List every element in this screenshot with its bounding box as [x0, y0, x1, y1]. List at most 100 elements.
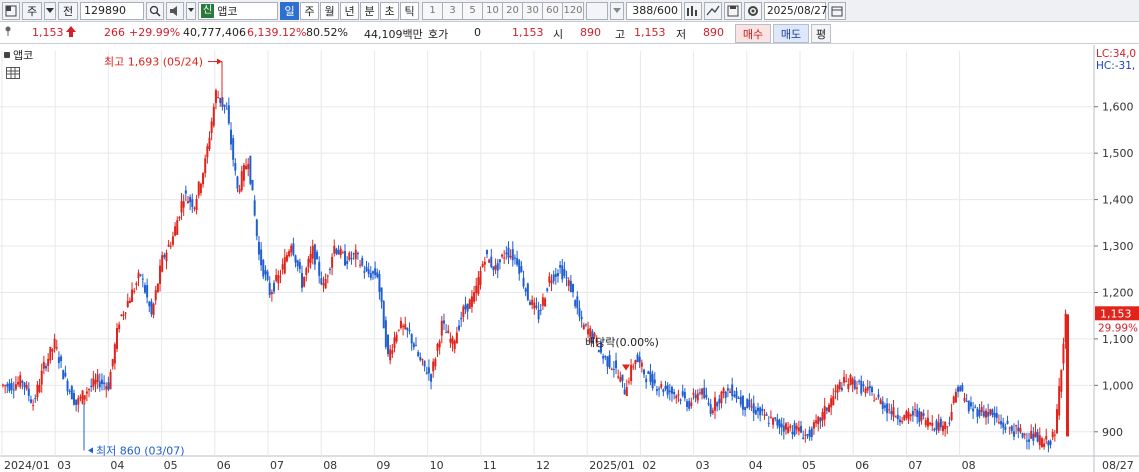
x-tick-label: 02 [642, 459, 656, 472]
candle-body [150, 301, 153, 315]
candle-body [886, 403, 889, 414]
market-selector[interactable]: 주 [22, 1, 42, 20]
candle-body [146, 285, 149, 298]
interval-dropdown-icon[interactable] [610, 1, 624, 20]
interval-3[interactable]: 3 [442, 1, 462, 20]
gear-icon[interactable] [744, 1, 762, 20]
candle-body [47, 358, 50, 366]
speaker-dropdown-icon[interactable] [186, 1, 196, 20]
candle-body [322, 283, 325, 286]
candle-body [331, 256, 334, 268]
calendar-icon[interactable] [828, 1, 846, 20]
candle-body [791, 431, 794, 435]
candle-body [440, 320, 443, 336]
candle-body [236, 176, 239, 189]
tab-month[interactable]: 월 [320, 1, 339, 20]
candle-body [195, 199, 198, 211]
candle-body [645, 378, 648, 383]
candle-body [933, 428, 936, 431]
buy-button[interactable]: 매수 [735, 24, 771, 43]
current-price: 1,153 [32, 26, 64, 39]
candle-body [662, 389, 665, 393]
tab-tick[interactable]: 틱 [400, 1, 419, 20]
candle-body [636, 354, 639, 363]
candle-body [10, 383, 13, 390]
candle-body [815, 420, 818, 424]
candle-body [546, 288, 549, 291]
date-field[interactable]: 2025/08/27 [764, 1, 828, 20]
candle-body [36, 384, 39, 398]
candle-body [812, 422, 815, 429]
interval-1[interactable]: 1 [422, 1, 442, 20]
tab-second[interactable]: 초 [380, 1, 399, 20]
interval-30[interactable]: 30 [522, 1, 542, 20]
high-annotation: 최고 1,693 (05/24) [104, 56, 203, 69]
candle-body [234, 163, 237, 171]
interval-10[interactable]: 10 [482, 1, 502, 20]
candle-body [55, 347, 58, 349]
tab-day[interactable]: 일 [280, 1, 299, 20]
candle-body [1058, 386, 1061, 416]
interval-20[interactable]: 20 [502, 1, 522, 20]
speaker-icon[interactable] [166, 1, 184, 20]
eval-button[interactable]: 평 [811, 24, 831, 43]
price-chart[interactable]: 앱코 900 1,000 1,100 1,200 1,300 1,400 1,500 1,60… [0, 45, 1139, 472]
market-dropdown-icon[interactable] [44, 1, 56, 20]
candle-body [1062, 343, 1065, 364]
x-tick-label: 03 [696, 459, 710, 472]
candle-body [466, 303, 469, 312]
candle-body [746, 398, 749, 409]
bar-chart-icon[interactable] [684, 1, 702, 20]
candle-body [720, 391, 723, 404]
chart-canvas[interactable]: 900 1,000 1,100 1,200 1,300 1,400 1,500 1,600 20… [0, 45, 1139, 472]
x-tick-label: 09 [376, 459, 390, 472]
candle-body [290, 245, 293, 253]
stock-name-field[interactable]: 신 앱코 [198, 1, 278, 20]
candle-body [868, 386, 871, 389]
candle-body [584, 324, 587, 326]
y-tick-label: 1,000 [1102, 379, 1134, 392]
candle-body [533, 302, 536, 309]
candle-body [836, 385, 839, 393]
candle-body [399, 320, 402, 328]
candle-body [296, 260, 299, 267]
tab-week[interactable]: 주 [300, 1, 319, 20]
candle-body [511, 249, 514, 261]
candle-body [688, 401, 691, 409]
interval-5[interactable]: 5 [462, 1, 482, 20]
prev-button[interactable]: 전 [58, 1, 78, 20]
low-annotation: 최저 860 (03/07) [96, 444, 185, 457]
candle-body [634, 360, 637, 365]
candle-body [369, 273, 372, 279]
interval-custom-input[interactable] [586, 1, 608, 20]
tab-minute[interactable]: 분 [360, 1, 379, 20]
search-icon[interactable] [146, 1, 164, 20]
candle-body [70, 386, 73, 400]
candle-body [442, 320, 445, 324]
interval-60[interactable]: 60 [542, 1, 562, 20]
candle-body [212, 106, 215, 126]
candle-body [1010, 426, 1013, 432]
candle-body [49, 346, 52, 361]
candle-body [531, 299, 534, 305]
stock-code-input[interactable]: 129890 [80, 1, 144, 20]
save-icon[interactable] [724, 1, 742, 20]
candle-body [367, 269, 370, 274]
candle-body [42, 362, 45, 369]
candle-body [853, 380, 856, 389]
candle-body [976, 408, 979, 417]
candle-body [774, 417, 777, 419]
candle-body [363, 271, 366, 273]
tab-year[interactable]: 년 [340, 1, 359, 20]
window-icon[interactable] [2, 1, 20, 20]
sell-button[interactable]: 매도 [773, 24, 809, 43]
candle-body [892, 407, 895, 417]
pin-icon[interactable] [4, 26, 14, 39]
candle-body [298, 262, 301, 269]
data-count-field[interactable]: 388/600 [626, 1, 682, 20]
candle-body [509, 255, 512, 258]
candle-body [384, 320, 387, 347]
interval-120[interactable]: 120 [562, 1, 584, 20]
y-tick-label: 1,100 [1102, 333, 1134, 346]
draw-line-icon[interactable] [704, 1, 722, 20]
